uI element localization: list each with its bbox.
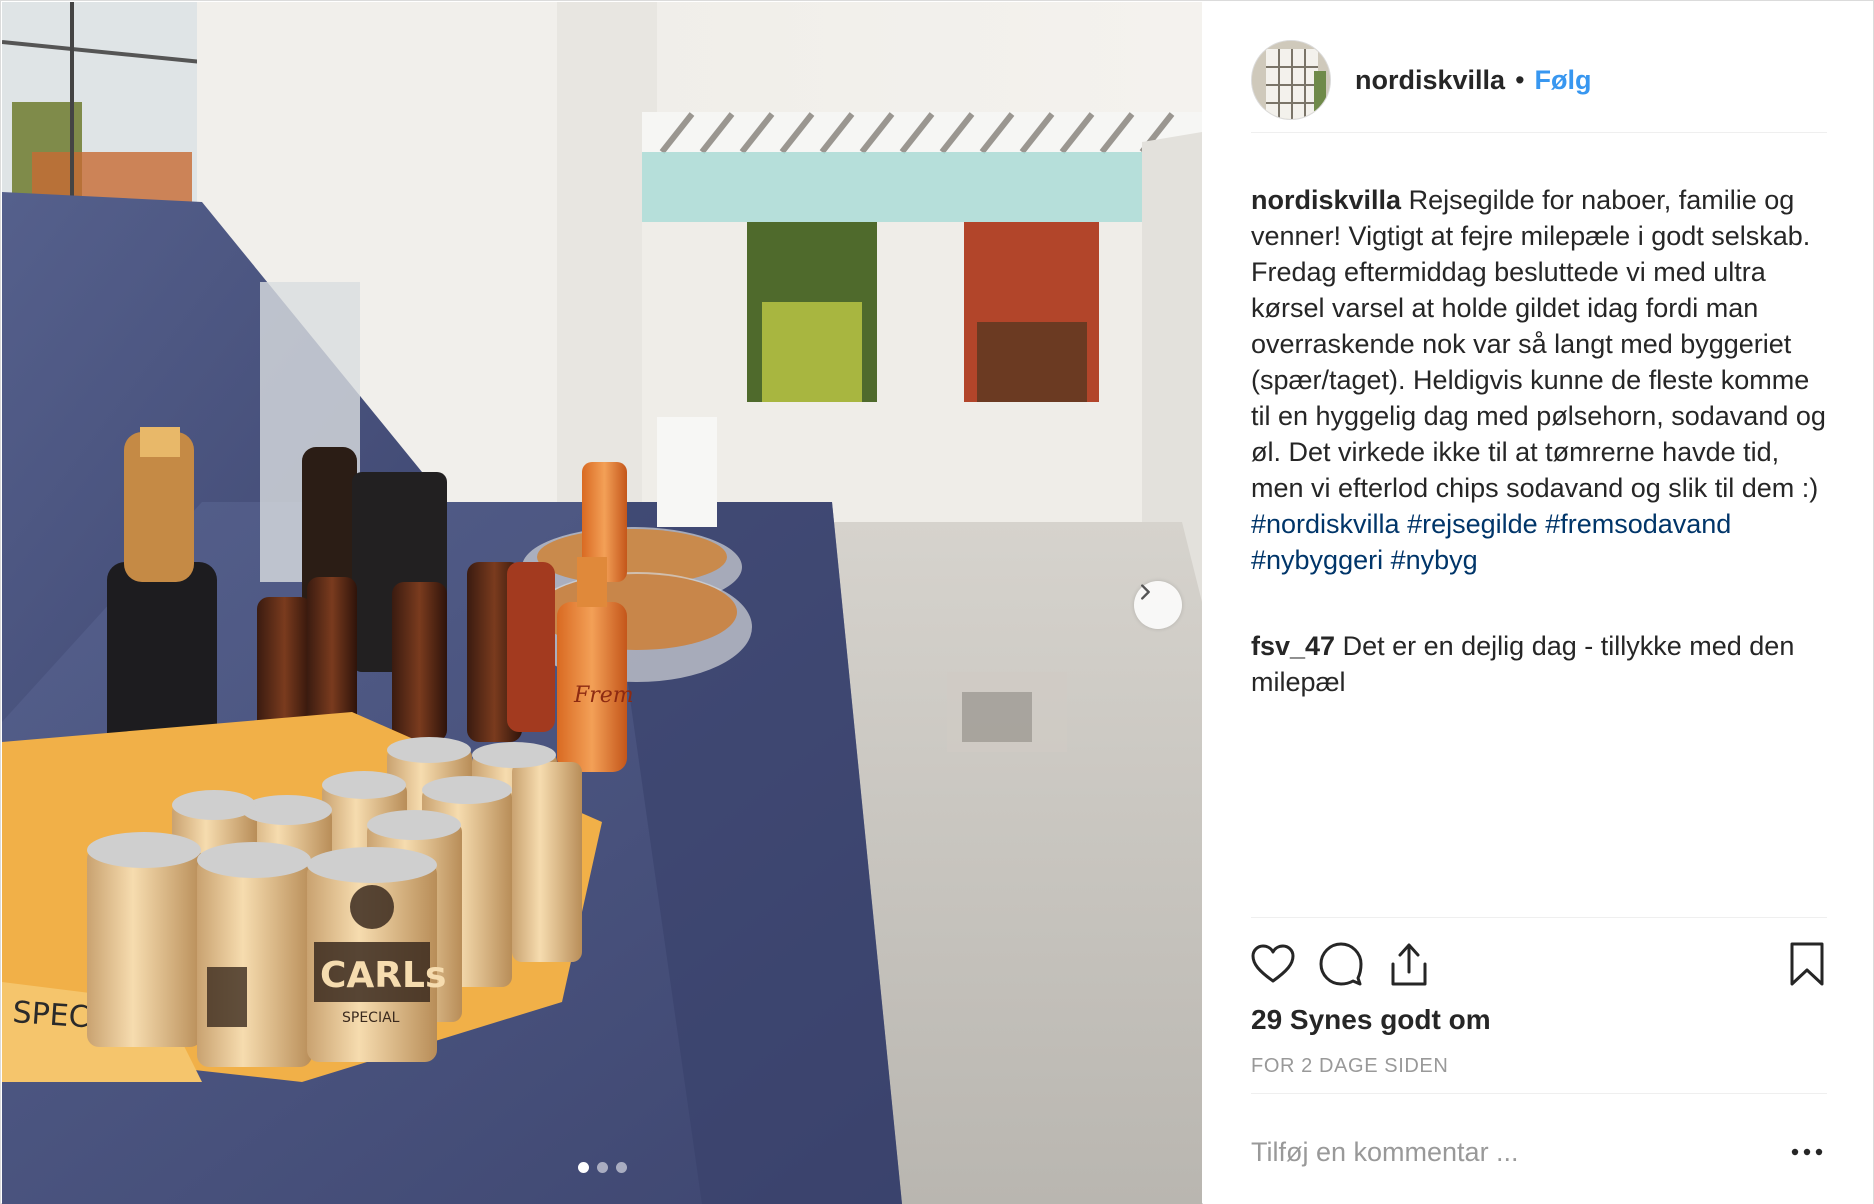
heart-icon (1251, 944, 1295, 983)
actions-divider (1251, 917, 1827, 918)
follow-button[interactable]: Følg (1535, 65, 1592, 96)
avatar[interactable] (1251, 40, 1331, 120)
comment-button[interactable] (1311, 934, 1371, 994)
carousel-dot (597, 1162, 608, 1173)
instagram-post-modal: Frem SPECIAL CARLs SPECIAL nordiskvilla … (0, 0, 1874, 1204)
header-separator: • (1515, 64, 1525, 95)
carousel-indicator (578, 1162, 627, 1173)
avatar-image (1252, 41, 1330, 119)
party-photo: Frem SPECIAL CARLs SPECIAL (2, 2, 1202, 1204)
add-comment-form (1251, 1126, 1827, 1178)
caption-username[interactable]: nordiskvilla (1251, 185, 1401, 215)
bookmark-icon (1790, 942, 1824, 986)
likes-count[interactable]: 29 Synes godt om (1251, 1004, 1491, 1036)
like-button[interactable] (1243, 934, 1303, 994)
hashtag-link[interactable]: #nybyg (1391, 545, 1478, 575)
share-button[interactable] (1379, 934, 1439, 994)
hashtag-link[interactable]: #nordiskvilla (1251, 509, 1400, 539)
share-icon (1391, 943, 1427, 986)
chevron-right-icon (1141, 584, 1150, 600)
can-sub-text: SPECIAL (342, 1010, 400, 1026)
post-photo[interactable]: Frem SPECIAL CARLs SPECIAL (2, 2, 1202, 1204)
save-button[interactable] (1777, 934, 1837, 994)
next-photo-button[interactable] (1134, 581, 1182, 629)
comment-input[interactable] (1251, 1136, 1731, 1168)
carousel-dot (616, 1162, 627, 1173)
post-caption: nordiskvilla Rejsegilde for naboer, fami… (1251, 182, 1827, 578)
header-username[interactable]: nordiskvilla (1355, 65, 1505, 96)
hashtag-link[interactable]: #rejsegilde (1407, 509, 1538, 539)
header-divider (1251, 132, 1827, 133)
more-horizontal-icon (1791, 1148, 1823, 1156)
more-options-button[interactable] (1787, 1137, 1827, 1167)
post-actions (1243, 934, 1837, 994)
caption-text: Rejsegilde for naboer, familie og venner… (1251, 185, 1826, 503)
comment-item: fsv_47 Det er en dejlig dag - tillykke m… (1251, 628, 1827, 700)
hashtag-link[interactable]: #nybyggeri (1251, 545, 1383, 575)
post-side-panel: nordiskvilla • Følg nordiskvilla Rejsegi… (1203, 2, 1873, 1204)
comment-username[interactable]: fsv_47 (1251, 631, 1335, 661)
post-timestamp[interactable]: FOR 2 DAGE SIDEN (1251, 1055, 1448, 1078)
bottle-label-text: Frem (573, 683, 634, 708)
hashtag-link[interactable]: #fremsodavand (1545, 509, 1731, 539)
carousel-dot (578, 1162, 589, 1173)
can-label-text: CARLs (320, 955, 446, 996)
comment-icon (1319, 942, 1363, 986)
comment-divider (1251, 1093, 1827, 1094)
post-header: nordiskvilla • Følg (1251, 40, 1827, 120)
